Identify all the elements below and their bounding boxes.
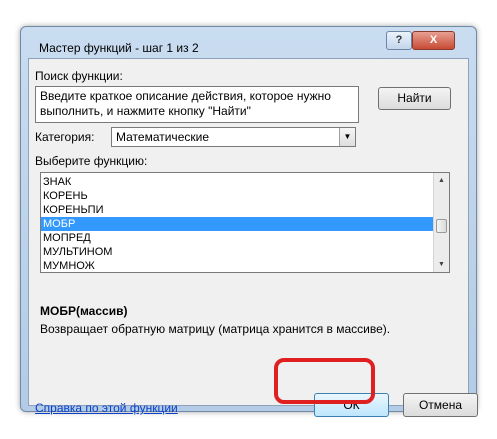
category-select[interactable]: Математические ▼ — [111, 127, 356, 147]
vertical-scrollbar[interactable]: ▲ ▼ — [433, 173, 449, 272]
find-button[interactable]: Найти — [378, 87, 451, 110]
function-signature: МОБР(массив) — [40, 304, 128, 318]
cancel-button[interactable]: Отмена — [403, 393, 478, 417]
function-list-label: Выберите функцию: — [35, 154, 148, 168]
list-item[interactable]: КОРЕНЬПИ — [41, 203, 434, 217]
list-item[interactable]: МУЛЬТИНОМ — [41, 245, 434, 259]
question-icon: ? — [395, 34, 403, 46]
list-item[interactable]: МОПРЕД — [41, 231, 434, 245]
dialog-body: Поиск функции: Введите краткое описание … — [28, 58, 478, 417]
list-item[interactable]: ЗНАК — [41, 175, 434, 189]
function-description: Возвращает обратную матрицу (матрица хра… — [40, 322, 391, 336]
list-item-selected[interactable]: МОБР — [41, 217, 434, 231]
help-link[interactable]: Справка по этой функции — [35, 401, 178, 415]
scroll-down-icon[interactable]: ▼ — [434, 257, 449, 272]
chevron-down-icon[interactable]: ▼ — [339, 128, 355, 146]
function-wizard-dialog: Мастер функций - шаг 1 из 2 ? X Поиск фу… — [20, 26, 478, 417]
list-item[interactable]: КОРЕНЬ — [41, 189, 434, 203]
function-listbox[interactable]: ЗНАК КОРЕНЬ КОРЕНЬПИ МОБР МОПРЕД МУЛЬТИН… — [40, 172, 450, 273]
help-button[interactable]: ? — [386, 31, 412, 50]
category-label: Категория: — [35, 130, 95, 144]
scroll-up-icon[interactable]: ▲ — [434, 173, 449, 188]
window-title: Мастер функций - шаг 1 из 2 — [39, 41, 199, 55]
function-items: ЗНАК КОРЕНЬ КОРЕНЬПИ МОБР МОПРЕД МУЛЬТИН… — [41, 175, 434, 273]
search-input[interactable]: Введите краткое описание действия, котор… — [35, 86, 359, 123]
ok-highlight-ring — [274, 358, 375, 404]
category-value: Математические — [116, 130, 209, 144]
scroll-thumb[interactable] — [436, 219, 447, 233]
search-label: Поиск функции: — [35, 69, 123, 83]
title-bar[interactable]: Мастер функций - шаг 1 из 2 ? X — [21, 27, 476, 59]
list-item[interactable]: МУМНОЖ — [41, 259, 434, 273]
close-icon: X — [429, 34, 438, 46]
close-button[interactable]: X — [412, 31, 455, 50]
